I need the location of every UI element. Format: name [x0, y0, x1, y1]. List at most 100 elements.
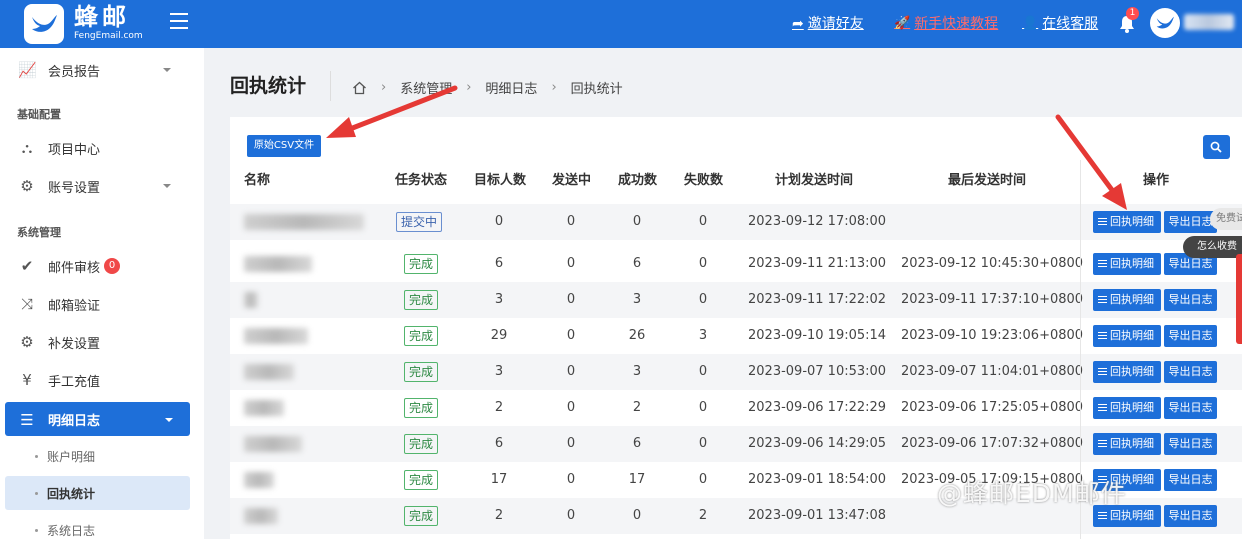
sidebar-item-detail-log[interactable]: ☰ 明细日志: [5, 402, 190, 436]
cell-success: 0: [632, 508, 642, 523]
menu-toggle-icon[interactable]: [170, 13, 188, 31]
cell-sending: 0: [566, 364, 576, 379]
support-link[interactable]: 👤 在线客服: [1022, 14, 1098, 34]
chevron-down-icon: [163, 184, 171, 188]
breadcrumb: › 系统管理 › 明细日志 › 回执统计: [352, 78, 623, 97]
status-badge: 完成: [404, 290, 439, 310]
sidebar-subitem-receipt-stats[interactable]: 回执统计: [5, 476, 190, 510]
breadcrumb-item[interactable]: 系统管理: [400, 78, 452, 97]
sitemap-icon: ⛬: [21, 139, 33, 157]
sidebar-item-resend-settings[interactable]: ⚙ 补发设置: [0, 324, 204, 360]
list-icon: [1098, 438, 1107, 449]
col-header-target[interactable]: 目标人数: [474, 172, 526, 190]
receipt-detail-button[interactable]: 回执明细: [1093, 289, 1161, 311]
cell-target: 2: [494, 400, 504, 415]
page-title: 回执统计: [230, 75, 307, 97]
sidebar-item-mail-review[interactable]: ✔ 邮件审核 0: [0, 248, 204, 284]
chevron-down-icon: [165, 418, 173, 422]
cell-failed: 0: [698, 256, 708, 271]
receipt-detail-button[interactable]: 回执明细: [1093, 211, 1161, 233]
export-log-button[interactable]: 导出日志: [1164, 433, 1217, 455]
csv-download-button[interactable]: 原始CSV文件: [247, 135, 321, 157]
chevron-right-icon: ›: [466, 80, 472, 95]
cell-sending: 0: [566, 400, 576, 415]
receipt-detail-button[interactable]: 回执明细: [1093, 253, 1161, 275]
col-header-success[interactable]: 成功数: [618, 172, 657, 190]
sidebar-subitem-system-log[interactable]: 系统日志: [5, 513, 190, 539]
export-log-button[interactable]: 导出日志: [1164, 505, 1217, 527]
chevron-down-icon: [163, 68, 171, 72]
sidebar-item-account-settings[interactable]: ⚙ 账号设置: [0, 168, 204, 204]
cell-failed: 0: [698, 214, 708, 229]
sidebar: 📈 会员报告 基础配置 ⛬ 项目中心 ⚙ 账号设置 系统管理 ✔ 邮件审核 0 …: [0, 48, 204, 539]
free-trial-tab[interactable]: 免费试: [1210, 208, 1242, 230]
status-badge: 完成: [404, 434, 439, 454]
avatar[interactable]: [1150, 8, 1180, 38]
cell-last-time: 2023-09-06 17:25:05+0800: [901, 400, 1084, 415]
cell-success: 26: [628, 328, 646, 343]
cell-last-time: 2023-09-06 17:07:32+0800: [901, 436, 1084, 451]
sidebar-item-mailbox-verify[interactable]: ⤨ 邮箱验证: [0, 286, 204, 322]
col-header-planned-time[interactable]: 计划发送时间: [775, 172, 853, 190]
list-icon: [1098, 330, 1107, 341]
cell-last-time: 2023-09-11 17:37:10+0800: [901, 292, 1084, 307]
home-icon[interactable]: [352, 81, 367, 95]
status-badge: 完成: [404, 470, 439, 490]
export-log-button[interactable]: 导出日志: [1164, 397, 1217, 419]
sidebar-item-manual-recharge[interactable]: ¥ 手工充值: [0, 362, 204, 398]
task-name-blurred: [244, 364, 294, 380]
side-float-edge[interactable]: [1236, 254, 1242, 344]
breadcrumb-item[interactable]: 明细日志: [485, 78, 537, 97]
sidebar-item-project-center[interactable]: ⛬ 项目中心: [0, 130, 204, 166]
search-button[interactable]: [1203, 135, 1230, 159]
cell-target: 3: [494, 292, 504, 307]
watermark: @蜂邮EDM邮件: [937, 479, 1127, 508]
cell-success: 17: [628, 472, 646, 487]
cell-target: 29: [490, 328, 508, 343]
cell-target: 17: [490, 472, 508, 487]
sidebar-subitem-account-detail[interactable]: 账户明细: [5, 439, 190, 473]
receipt-detail-button[interactable]: 回执明细: [1093, 397, 1161, 419]
receipt-detail-button[interactable]: 回执明细: [1093, 325, 1161, 347]
export-log-button[interactable]: 导出日志: [1164, 325, 1217, 347]
sidebar-item-member-report[interactable]: 📈 会员报告: [0, 52, 204, 88]
receipt-detail-button[interactable]: 回执明细: [1093, 433, 1161, 455]
table-row: 完成 3 0 3 0 2023-09-11 17:22:02 2023-09-11 17:3…: [230, 282, 1242, 318]
col-header-name[interactable]: 名称: [244, 172, 270, 190]
col-header-last-time[interactable]: 最后发送时间: [948, 172, 1026, 190]
cell-last-time: 2023-09-10 19:23:06+0800: [901, 328, 1084, 343]
status-badge: 完成: [404, 362, 439, 382]
table-row: 完成 29 0 26 3 2023-09-10 19:05:14 2023-09-10 19…: [230, 318, 1242, 354]
tutorial-link[interactable]: 🚀 新手快速教程: [894, 14, 998, 34]
invite-link[interactable]: ➦ 邀请好友: [792, 14, 864, 34]
export-log-button[interactable]: 导出日志: [1164, 211, 1217, 233]
mail-review-badge: 0: [104, 258, 120, 274]
col-header-status[interactable]: 任务状态: [395, 172, 447, 190]
receipt-detail-button[interactable]: 回执明细: [1093, 361, 1161, 383]
brand-title: 蜂邮: [74, 3, 130, 31]
status-badge: 完成: [404, 254, 439, 274]
list-icon: [1098, 510, 1107, 521]
export-log-button[interactable]: 导出日志: [1164, 361, 1217, 383]
export-log-button[interactable]: 导出日志: [1164, 469, 1217, 491]
col-header-failed[interactable]: 失败数: [684, 172, 723, 190]
export-log-button[interactable]: 导出日志: [1164, 289, 1217, 311]
logo[interactable]: [24, 4, 64, 44]
cell-planned-time: 2023-09-07 10:53:00: [748, 364, 887, 379]
gears-icon: ⚙: [20, 177, 34, 195]
cell-sending: 0: [566, 472, 576, 487]
col-header-sending[interactable]: 发送中: [552, 172, 591, 190]
cell-failed: 0: [698, 364, 708, 379]
username-blurred[interactable]: [1184, 14, 1234, 30]
cell-sending: 0: [566, 214, 576, 229]
section-basic-config: 基础配置: [17, 108, 61, 121]
list-icon: [1098, 216, 1107, 227]
cell-target: 0: [494, 214, 504, 229]
cell-planned-time: 2023-09-06 17:22:29: [748, 400, 887, 415]
bird-logo-icon: [32, 15, 57, 32]
cell-sending: 0: [566, 436, 576, 451]
table-row: 完成 2 0 2 0 2023-09-06 17:22:29 2023-09-06 17:2…: [230, 390, 1242, 426]
cell-planned-time: 2023-09-10 19:05:14: [748, 328, 887, 343]
pricing-tab[interactable]: 怎么收费: [1183, 236, 1242, 258]
task-name-blurred: [244, 508, 278, 524]
